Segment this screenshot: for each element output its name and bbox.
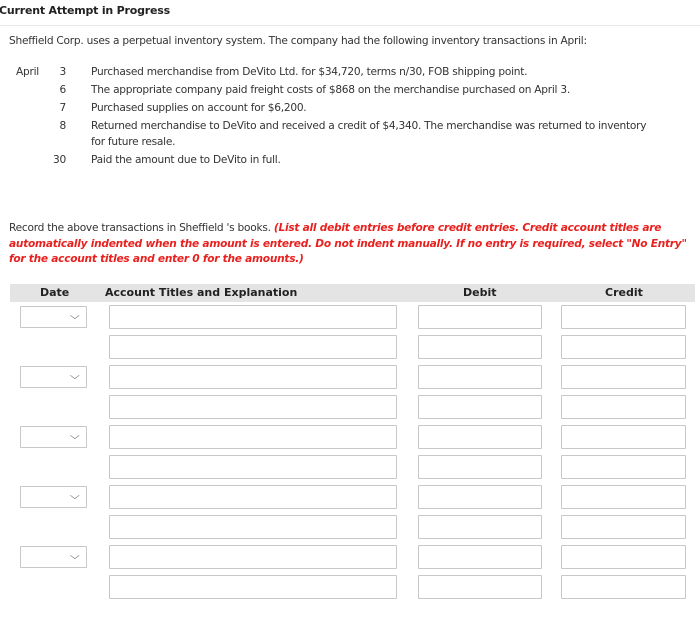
divider — [0, 25, 700, 26]
column-header-account: Account Titles and Explanation — [105, 286, 298, 299]
account-input[interactable] — [109, 365, 397, 389]
journal-row: ⌵ — [0, 425, 700, 449]
chevron-down-icon: ⌵ — [70, 551, 81, 562]
journal-row — [0, 515, 700, 539]
column-header-date: Date — [40, 286, 70, 299]
chevron-down-icon: ⌵ — [70, 431, 81, 442]
credit-input[interactable] — [561, 425, 686, 449]
transaction-day: 7 — [59, 102, 67, 114]
journal-header: Date Account Titles and Explanation Debi… — [10, 284, 695, 302]
account-input[interactable] — [109, 395, 397, 419]
credit-input[interactable] — [561, 305, 686, 329]
journal-row: ⌵ — [0, 365, 700, 389]
date-select[interactable]: ⌵ — [20, 366, 87, 388]
journal-row — [0, 575, 700, 599]
chevron-down-icon: ⌵ — [70, 491, 81, 502]
account-input[interactable] — [109, 575, 397, 599]
journal-row: ⌵ — [0, 305, 700, 329]
transaction-description-continued: for future resale. — [91, 136, 176, 148]
credit-input[interactable] — [561, 545, 686, 569]
transaction-month: April — [16, 66, 39, 78]
date-select[interactable]: ⌵ — [20, 546, 87, 568]
transaction-description: Paid the amount due to DeVito in full. — [91, 154, 281, 166]
chevron-down-icon: ⌵ — [70, 371, 81, 382]
credit-input[interactable] — [561, 455, 686, 479]
account-input[interactable] — [109, 455, 397, 479]
date-select[interactable]: ⌵ — [20, 306, 87, 328]
transaction-description: The appropriate company paid freight cos… — [91, 84, 570, 96]
transaction-description: Purchased supplies on account for $6,200… — [91, 102, 307, 114]
credit-input[interactable] — [561, 515, 686, 539]
debit-input[interactable] — [418, 575, 542, 599]
credit-input[interactable] — [561, 395, 686, 419]
journal-row — [0, 395, 700, 419]
debit-input[interactable] — [418, 545, 542, 569]
transaction-description: Purchased merchandise from DeVito Ltd. f… — [91, 66, 528, 78]
account-input[interactable] — [109, 305, 397, 329]
chevron-down-icon: ⌵ — [70, 311, 81, 322]
credit-input[interactable] — [561, 335, 686, 359]
debit-input[interactable] — [418, 395, 542, 419]
transaction-day: 6 — [59, 84, 67, 96]
transaction-description: Returned merchandise to DeVito and recei… — [91, 120, 647, 132]
instructions-text: Record the above transactions in Sheffie… — [9, 222, 274, 234]
credit-input[interactable] — [561, 485, 686, 509]
credit-input[interactable] — [561, 365, 686, 389]
transaction-day: 8 — [59, 120, 67, 132]
debit-input[interactable] — [418, 485, 542, 509]
problem-intro: Sheffield Corp. uses a perpetual invento… — [9, 35, 587, 47]
debit-input[interactable] — [418, 515, 542, 539]
date-select[interactable]: ⌵ — [20, 486, 87, 508]
journal-row: ⌵ — [0, 545, 700, 569]
column-header-debit: Debit — [463, 286, 497, 299]
account-input[interactable] — [109, 515, 397, 539]
debit-input[interactable] — [418, 455, 542, 479]
transaction-day: 3 — [59, 66, 67, 78]
journal-row: ⌵ — [0, 485, 700, 509]
credit-input[interactable] — [561, 575, 686, 599]
account-input[interactable] — [109, 545, 397, 569]
debit-input[interactable] — [418, 365, 542, 389]
debit-input[interactable] — [418, 335, 542, 359]
column-header-credit: Credit — [605, 286, 643, 299]
instructions: Record the above transactions in Sheffie… — [9, 221, 689, 268]
debit-input[interactable] — [418, 425, 542, 449]
journal-row — [0, 455, 700, 479]
account-input[interactable] — [109, 335, 397, 359]
transaction-day: 30 — [53, 154, 66, 166]
account-input[interactable] — [109, 485, 397, 509]
attempt-title: Current Attempt in Progress — [0, 4, 170, 17]
debit-input[interactable] — [418, 305, 542, 329]
account-input[interactable] — [109, 425, 397, 449]
journal-row — [0, 335, 700, 359]
date-select[interactable]: ⌵ — [20, 426, 87, 448]
